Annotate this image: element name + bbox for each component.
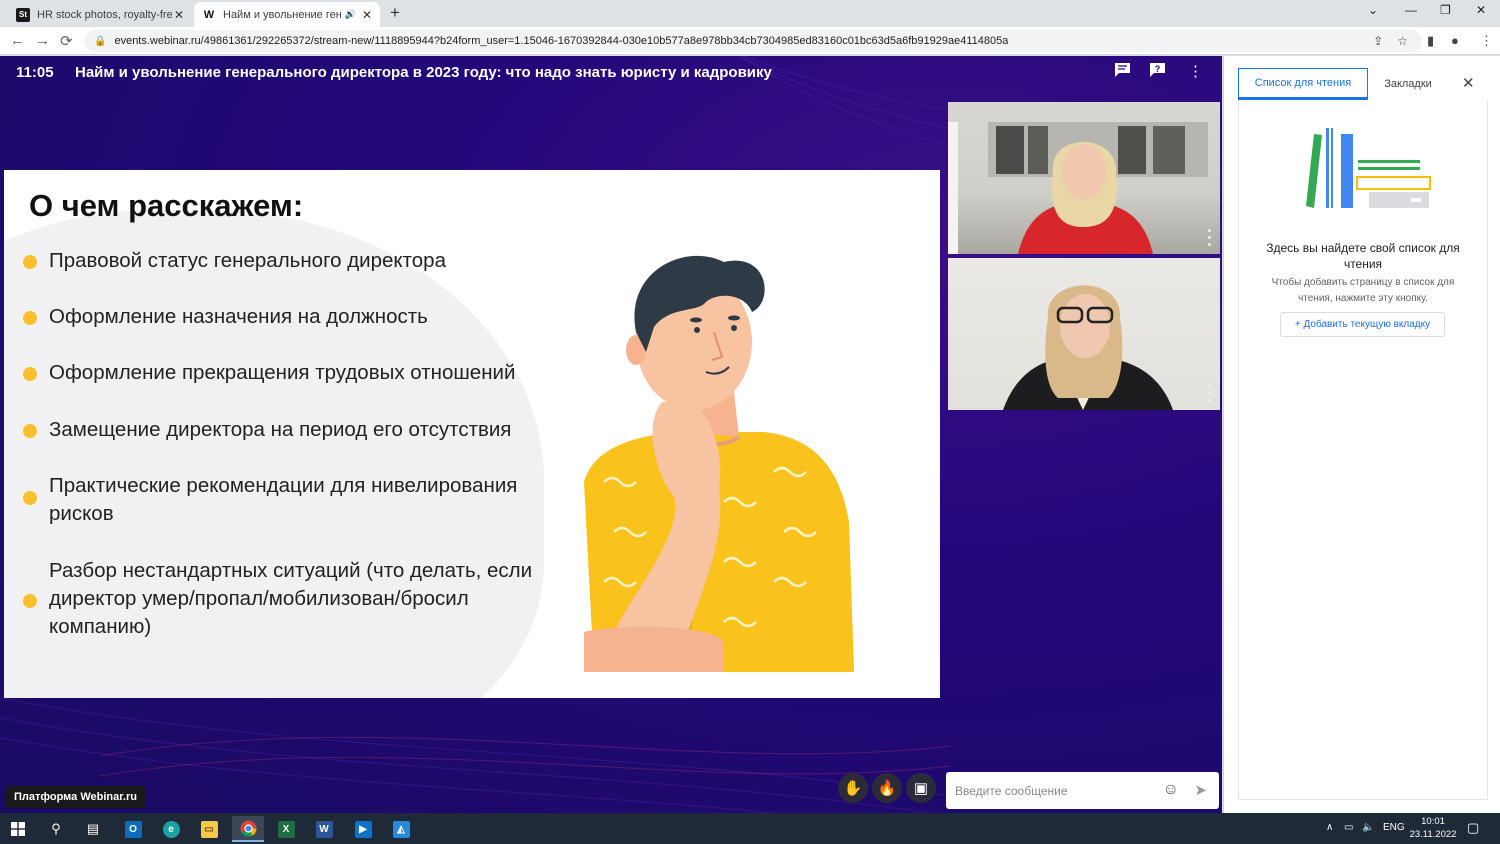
more-icon[interactable]: ⋮ [1188, 62, 1203, 80]
question-icon[interactable]: ? [1149, 62, 1166, 82]
url-text[interactable]: events.webinar.ru/49861361/292265372/str… [114, 35, 1008, 47]
platform-badge: Платформа Webinar.ru [6, 786, 145, 808]
audio-playing-icon[interactable]: 🔊 [345, 9, 356, 20]
chat-icon[interactable] [1114, 62, 1131, 82]
slide-bullet: Замещение директора на период его отсутс… [49, 418, 512, 441]
star-icon[interactable]: ☆ [1397, 34, 1408, 48]
speaker-video-1[interactable] [948, 102, 1220, 254]
excel-icon[interactable]: X [270, 816, 302, 842]
volume-icon[interactable]: 🔈 [1362, 822, 1374, 833]
tab-close-icon[interactable]: ✕ [174, 8, 184, 22]
browser-toolbar: ← → ⟳ 🔒 events.webinar.ru/49861361/29226… [0, 27, 1500, 55]
close-panel-icon[interactable]: ✕ [1462, 74, 1475, 92]
slide-bullet: Правовой статус генерального директора [49, 249, 446, 272]
reading-list-illustration [1306, 128, 1431, 208]
session-clock: 11:05 [16, 64, 54, 81]
tab-hr-stock-photos[interactable]: St HR stock photos, royalty-free im ✕ [8, 2, 192, 27]
tab-bookmarks[interactable]: Закладки [1374, 68, 1442, 100]
forward-button[interactable]: → [35, 32, 50, 49]
tab-title: HR stock photos, royalty-free im [37, 8, 172, 21]
network-icon[interactable]: ▭ [1344, 822, 1353, 833]
close-window-button[interactable]: ✕ [1476, 3, 1486, 17]
word-icon[interactable]: W [308, 816, 340, 842]
thinking-man-illustration [584, 255, 854, 672]
reading-list-heading: Здесь вы найдете свой список для чтения [1266, 241, 1460, 271]
reading-list-subtext: Чтобы добавить страницу в список для чте… [1271, 277, 1455, 304]
video-menu-icon[interactable] [1208, 381, 1212, 402]
edge-icon[interactable]: e [155, 816, 187, 842]
explorer-icon[interactable]: ▭ [193, 816, 225, 842]
bullet-dot [23, 594, 37, 608]
message-input[interactable] [955, 783, 1155, 798]
chrome-icon[interactable] [232, 816, 264, 842]
windows-taskbar: ⚲ ▤ O e ▭ X W ▶ ◭ ∧ ▭ 🔈 ENG 10:01 23.11.… [0, 813, 1500, 844]
search-icon[interactable]: ⚲ [40, 816, 72, 842]
webinar-favicon-icon: W [203, 8, 215, 21]
media-icon[interactable]: ▶ [347, 816, 379, 842]
start-icon[interactable] [2, 816, 34, 842]
photos-icon[interactable]: ◭ [385, 816, 417, 842]
speaker-1-image [948, 122, 1208, 254]
slide-bullet: Оформление прекращения трудовых отношени… [49, 361, 516, 384]
bullet-dot [23, 311, 37, 325]
reaction-button[interactable]: 🔥 [872, 773, 902, 803]
language-indicator[interactable]: ENG [1383, 822, 1405, 833]
side-panel-icon[interactable]: ▮ [1427, 33, 1434, 49]
new-tab-button[interactable]: + [390, 3, 400, 23]
screen: St HR stock photos, royalty-free im ✕ W … [0, 0, 1500, 844]
reading-list-panel: Список для чтения Закладки ✕ Здесь вы на… [1223, 56, 1500, 813]
slide-heading: О чем расскажем: [29, 188, 304, 223]
tab-close-icon[interactable]: ✕ [362, 8, 372, 22]
bullet-dot [23, 255, 37, 269]
tab-search-icon[interactable]: ⌄ [1368, 3, 1378, 17]
video-menu-icon[interactable] [1208, 225, 1212, 246]
tab-webinar[interactable]: W Найм и увольнение генера 🔊 ✕ [194, 2, 380, 27]
speaker-2-image [1003, 285, 1173, 410]
task-view-icon[interactable]: ▤ [77, 816, 109, 842]
presentation-slide: О чем расскажем: Правовой статус генерал… [4, 170, 940, 698]
address-bar[interactable]: 🔒 events.webinar.ru/49861361/292265372/s… [84, 30, 1422, 52]
outlook-icon[interactable]: O [117, 816, 149, 842]
send-icon[interactable]: ➤ [1194, 781, 1207, 799]
bullet-dot [23, 491, 37, 505]
menu-icon[interactable]: ⋮ [1480, 33, 1493, 49]
notifications-icon[interactable]: ▢ [1467, 820, 1479, 836]
message-composer: ☺ ➤ [946, 772, 1219, 809]
tab-reading-list[interactable]: Список для чтения [1238, 68, 1368, 100]
slide-bullet: Разбор нестандартных ситуаций (что делат… [49, 559, 533, 638]
tray-chevron-icon[interactable]: ∧ [1326, 822, 1333, 833]
share-icon[interactable]: ⇪ [1373, 34, 1383, 48]
reload-button[interactable]: ⟳ [60, 32, 73, 50]
webinar-header: 11:05 Найм и увольнение генерального дир… [0, 56, 1222, 88]
bullet-dot [23, 424, 37, 438]
slide-bullet: Оформление назначения на должность [49, 305, 428, 328]
restore-button[interactable]: ❐ [1440, 3, 1451, 17]
raise-hand-button[interactable]: ✋ [838, 773, 868, 803]
back-button[interactable]: ← [10, 32, 25, 49]
screen-mode-button[interactable]: ▣ [906, 773, 936, 803]
bullet-dot [23, 367, 37, 381]
profile-icon[interactable]: ● [1451, 33, 1459, 48]
browser-tabstrip: St HR stock photos, royalty-free im ✕ W … [0, 0, 1500, 27]
stock-favicon-icon: St [16, 7, 30, 22]
webinar-title: Найм и увольнение генерального директора… [75, 64, 772, 81]
webinar-stage: 11:05 Найм и увольнение генерального дир… [0, 56, 1222, 813]
emoji-icon[interactable]: ☺ [1163, 781, 1179, 799]
tab-title: Найм и увольнение генера [223, 8, 341, 21]
minimize-button[interactable]: — [1405, 3, 1417, 17]
speaker-video-2[interactable] [948, 258, 1220, 410]
slide-bullet: Практические рекомендации для нивелирова… [49, 474, 518, 525]
clock[interactable]: 10:01 23.11.2022 [1408, 815, 1458, 841]
add-current-tab-button[interactable]: + Добавить текущую вкладку [1280, 312, 1445, 337]
svg-text:?: ? [1155, 64, 1161, 74]
lock-icon[interactable]: 🔒 [94, 36, 106, 47]
